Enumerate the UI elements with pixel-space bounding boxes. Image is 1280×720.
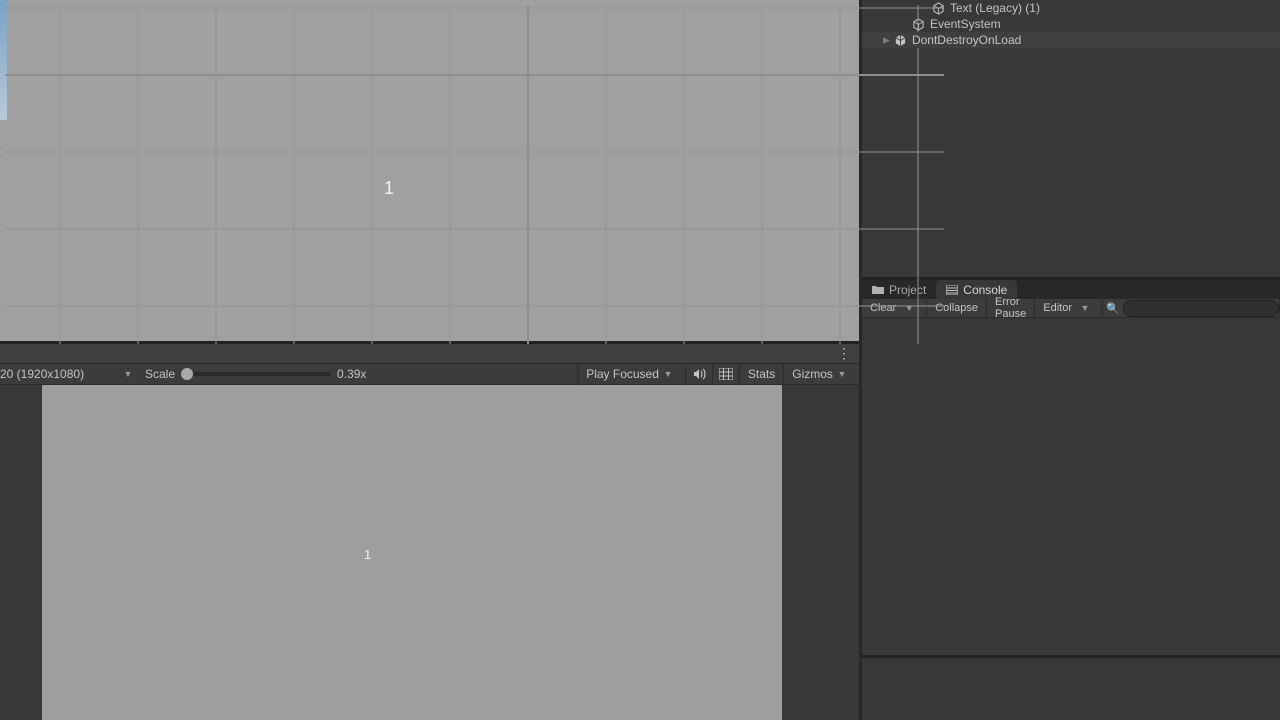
play-mode-dropdown[interactable]: Play Focused ▼ [577, 363, 685, 385]
console-error-pause-label: Error Pause [995, 296, 1026, 320]
stats-button[interactable]: Stats [739, 363, 783, 385]
hierarchy-item-label: Text (Legacy) (1) [950, 1, 1040, 15]
scale-slider-thumb[interactable] [181, 368, 193, 380]
hierarchy-item-eventsystem[interactable]: EventSystem [862, 16, 1280, 32]
scene-view[interactable]: 1 [0, 0, 859, 344]
hierarchy-item-text-legacy-1[interactable]: Text (Legacy) (1) [862, 0, 1280, 16]
cube-outline-icon [932, 1, 946, 15]
console-icon [946, 285, 958, 295]
aspect-grid-button[interactable] [712, 363, 739, 385]
scale-label: Scale [137, 367, 181, 381]
console-search[interactable]: 🔍 [1103, 299, 1280, 318]
gizmos-label: Gizmos [792, 367, 833, 381]
scene-grid [5, 5, 944, 344]
console-editor-dropdown[interactable]: Editor ▼ [1035, 299, 1103, 318]
cube-outline-icon [912, 17, 926, 31]
mute-audio-button[interactable] [685, 363, 712, 385]
scale-value: 0.39x [337, 367, 377, 381]
chevron-down-icon: ▼ [659, 369, 677, 379]
hierarchy-item-label: EventSystem [930, 17, 1001, 31]
hierarchy-item-dontdestroyonload[interactable]: ▶ DontDestroyOnLoad [862, 32, 1280, 48]
resolution-dropdown[interactable]: 20 (1920x1080) ▼ [0, 363, 137, 385]
console-error-pause-toggle[interactable]: Error Pause [987, 299, 1035, 318]
game-view[interactable]: 1 [0, 385, 859, 720]
console-search-input[interactable] [1123, 300, 1279, 317]
chevron-down-icon: ▼ [119, 369, 137, 379]
scene-overlay-number: 1 [384, 178, 394, 199]
search-icon: 🔍 [1103, 302, 1123, 315]
speaker-icon [692, 367, 706, 381]
stats-label: Stats [748, 367, 775, 381]
expand-arrow-icon[interactable]: ▶ [883, 35, 890, 46]
game-view-toolbar: 20 (1920x1080) ▼ Scale 0.39x Play Focuse… [0, 363, 859, 385]
play-mode-label: Play Focused [586, 367, 659, 381]
chevron-down-icon: ▼ [1076, 303, 1094, 313]
game-canvas: 1 [42, 385, 782, 720]
console-body[interactable] [862, 318, 1280, 720]
tab-console-label: Console [963, 283, 1007, 297]
hierarchy-item-label: DontDestroyOnLoad [912, 33, 1021, 47]
chevron-down-icon: ▼ [833, 369, 851, 379]
resolution-label: 20 (1920x1080) [0, 367, 119, 381]
grid-icon [719, 368, 733, 380]
game-overlay-number: 1 [364, 547, 371, 562]
gizmos-dropdown[interactable]: Gizmos ▼ [783, 363, 859, 385]
panel-menu-kebab-icon[interactable]: ⋮ [837, 346, 851, 360]
unity-scene-icon [894, 33, 908, 47]
console-editor-label: Editor [1043, 302, 1072, 314]
scale-slider[interactable] [181, 372, 331, 376]
scene-panel-footer: ⋮ [0, 344, 859, 363]
console-detail-pane [862, 658, 1280, 718]
